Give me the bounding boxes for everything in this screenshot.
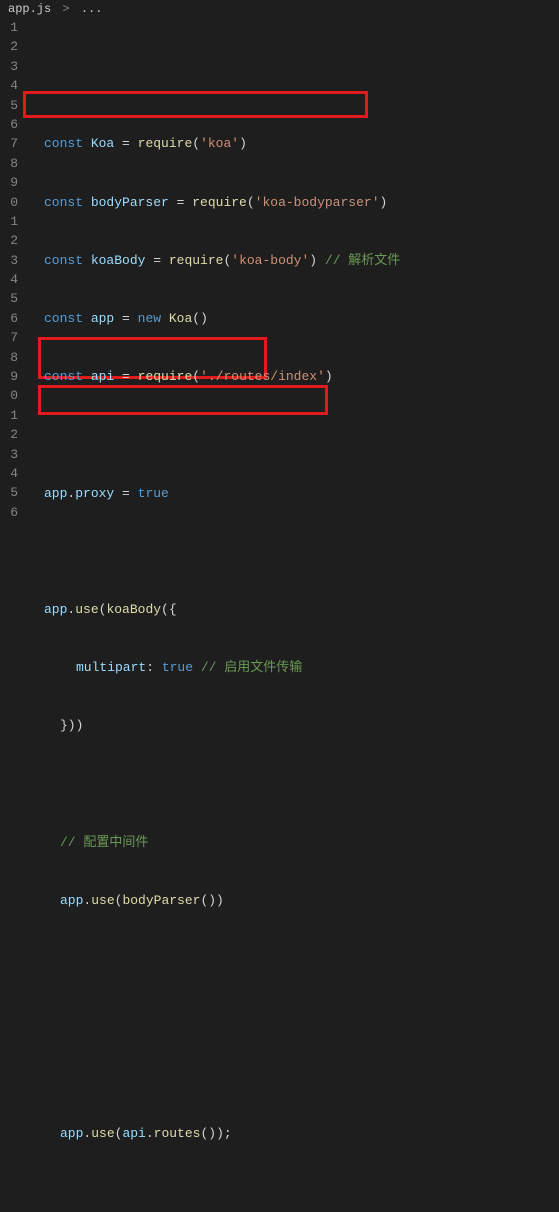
line-number: 1 (0, 212, 18, 231)
line-number: 2 (0, 37, 18, 56)
breadcrumb-rest: ... (81, 2, 103, 16)
code-line[interactable]: // 配置中间件 (28, 833, 559, 852)
code-area[interactable]: const Koa = require('koa') const bodyPar… (28, 18, 559, 604)
line-number: 9 (0, 173, 18, 192)
code-line[interactable]: app.use(bodyParser()) (28, 891, 559, 910)
line-number: 8 (0, 348, 18, 367)
line-number: 6 (0, 309, 18, 328)
line-number: 0 (0, 386, 18, 405)
code-line[interactable] (28, 949, 559, 968)
breadcrumb: app.js > ... (0, 0, 559, 18)
code-line[interactable] (28, 542, 559, 561)
line-number: 6 (0, 115, 18, 134)
breadcrumb-file[interactable]: app.js (8, 2, 51, 16)
line-number: 5 (0, 96, 18, 115)
line-number: 7 (0, 328, 18, 347)
line-number: 3 (0, 445, 18, 464)
line-number: 5 (0, 483, 18, 502)
code-line[interactable]: const Koa = require('koa') (28, 134, 559, 153)
code-editor[interactable]: 1 2 3 4 5 6 7 8 9 0 1 2 3 4 5 6 7 8 9 0 … (0, 18, 559, 604)
line-gutter: 1 2 3 4 5 6 7 8 9 0 1 2 3 4 5 6 7 8 9 0 … (0, 18, 28, 604)
code-line[interactable]: })) (28, 716, 559, 735)
line-number: 2 (0, 425, 18, 444)
line-number: 3 (0, 251, 18, 270)
line-number: 4 (0, 270, 18, 289)
code-line[interactable]: const api = require('./routes/index') (28, 367, 559, 386)
code-line[interactable]: app.use(api.routes()); (28, 1124, 559, 1143)
code-line[interactable] (28, 1066, 559, 1085)
code-line[interactable] (28, 1007, 559, 1026)
code-line[interactable]: app.use(koaBody({ (28, 600, 559, 619)
code-line[interactable]: const bodyParser = require('koa-bodypars… (28, 193, 559, 212)
code-line[interactable]: const koaBody = require('koa-body') // 解… (28, 251, 559, 270)
code-line[interactable] (28, 425, 559, 444)
line-number: 1 (0, 406, 18, 425)
code-line[interactable]: app.proxy = true (28, 484, 559, 503)
line-number: 4 (0, 464, 18, 483)
line-number: 4 (0, 76, 18, 95)
highlight-box (38, 385, 328, 415)
breadcrumb-sep: > (62, 2, 69, 16)
line-number: 3 (0, 57, 18, 76)
line-number: 6 (0, 503, 18, 522)
highlight-box (23, 91, 368, 118)
code-line[interactable]: multipart: true // 启用文件传输 (28, 658, 559, 677)
line-number: 8 (0, 154, 18, 173)
line-number: 5 (0, 289, 18, 308)
code-line[interactable]: const app = new Koa() (28, 309, 559, 328)
line-number: 9 (0, 367, 18, 386)
line-number: 2 (0, 231, 18, 250)
line-number: 7 (0, 134, 18, 153)
line-number: 1 (0, 18, 18, 37)
code-line[interactable] (28, 1182, 559, 1201)
code-line[interactable] (28, 775, 559, 794)
line-number: 0 (0, 193, 18, 212)
